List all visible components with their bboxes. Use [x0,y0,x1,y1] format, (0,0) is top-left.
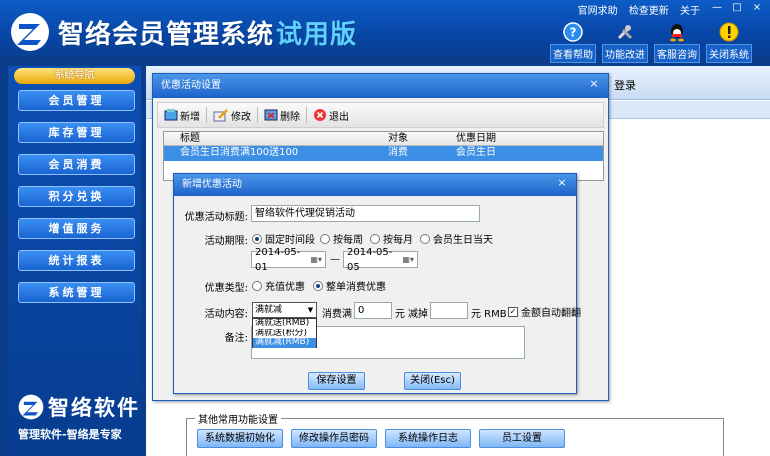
radio-dot [320,233,330,244]
staff-settings-button[interactable]: 员工设置 [479,429,565,448]
radio-dot [252,233,262,244]
login-label[interactable]: 登录 [614,77,636,93]
period-label: 活动期限: [204,236,248,247]
edit-button[interactable]: 修改 [207,104,257,126]
promo-title-input[interactable]: 智络软件代理促销活动 [251,205,480,222]
radio-dot [252,280,262,291]
sidebar-item-member-management[interactable]: 会员管理 [18,90,135,111]
sidebar-item-member-consumption[interactable]: 会员消费 [18,154,135,175]
cell-date: 会员生日 [456,147,496,158]
sidebar: 系统导航 会员管理 库存管理 会员消费 积分兑换 增值服务 统计报表 系统管理 … [8,66,141,456]
content-label: 活动内容: [204,309,248,320]
window-controls: — □ × [708,1,766,15]
option-gift-points[interactable]: 满就送(积分) [253,329,316,339]
new-promo-dialog-title: 新增优惠活动 [174,174,576,196]
app-title: 智络会员管理系统试用版 [58,20,358,50]
content-type-select[interactable]: 满就减(RMB)▼ [252,302,317,329]
date-from-picker[interactable]: 2014-05-01 ▦▾ [251,247,326,273]
maximize-button[interactable]: □ [728,1,746,15]
grid-header: 标题 对象 优惠日期 [164,132,603,146]
check-icon: ✓ [508,306,518,317]
spend-label: 消费满 [322,309,352,320]
exit-button[interactable]: 退出 [307,104,355,126]
type-label: 优惠类型: [204,283,248,294]
auto-round-checkbox[interactable]: ✓ 金额自动翻翻 [508,304,581,319]
cell-title: 会员生日消费满100送100 [180,147,299,158]
type-order-radio[interactable]: 整单消费优惠 [313,278,386,293]
svg-text:?: ? [570,26,577,40]
save-settings-button[interactable]: 保存设置 [308,372,365,390]
reduce-amount-input[interactable] [430,302,468,319]
edit-icon [213,109,228,122]
option-gift-rmb[interactable]: 满就送(RMB) [253,319,316,329]
calendar-dropdown-icon: ▦▾ [310,255,322,264]
chevron-down-icon: ▼ [307,306,314,314]
minimize-button[interactable]: — [708,1,726,15]
remark-label: 备注: [224,333,248,344]
help-icon: ? [563,22,583,42]
delete-icon [264,109,278,121]
check-update-link[interactable]: 检查更新 [629,6,669,17]
sidebar-item-system[interactable]: 系统管理 [18,282,135,303]
reduce-label: 减掉 [408,309,428,320]
unit-yuan: 元 [395,309,405,320]
option-reduce-rmb[interactable]: 满就减(RMB) [253,338,316,348]
init-data-button[interactable]: 系统数据初始化 [197,429,283,448]
delete-button[interactable]: 删除 [258,104,306,126]
close-system-button[interactable]: 关闭系统 [706,22,752,63]
other-settings-title: 其他常用功能设置 [195,411,281,426]
top-links: 官网求助 检查更新 关于 [570,2,700,17]
app-header: 智络会员管理系统试用版 官网求助 检查更新 关于 — □ × ? 查看帮助 功能… [0,0,770,64]
promo-dialog-title: 优惠活动设置 [153,74,608,98]
close-dialog-button[interactable]: 关闭(Esc) [404,372,461,390]
type-recharge-radio[interactable]: 充值优惠 [252,278,305,293]
improve-button[interactable]: 功能改进 [602,22,648,63]
new-promo-close-x-button[interactable]: × [552,175,572,191]
column-date[interactable]: 优惠日期 [452,132,602,145]
operation-log-button[interactable]: 系统操作日志 [385,429,471,448]
sidebar-item-value-added[interactable]: 增值服务 [18,218,135,239]
sidebar-item-inventory[interactable]: 库存管理 [18,122,135,143]
title-label: 优惠活动标题: [184,212,248,223]
radio-dot [420,233,430,244]
exit-icon [314,109,326,121]
promo-toolbar: 新增 修改 删除 退出 [157,102,604,128]
table-row[interactable]: 会员生日消费满100送100 消费 会员生日 [164,146,603,161]
brand-tagline: 管理软件-智络是专家 [18,428,122,441]
change-password-button[interactable]: 修改操作员密码 [291,429,377,448]
calendar-dropdown-icon: ▦▾ [402,255,414,264]
content-type-dropdown-list: 满就送(RMB) 满就送(积分) 满就减(RMB) [252,318,317,348]
column-target[interactable]: 对象 [384,132,452,145]
trial-badge: 试用版 [276,20,358,50]
close-window-button[interactable]: × [748,1,766,15]
brand: 智络软件 管理软件-智络是专家 [18,392,140,442]
view-help-button[interactable]: ? 查看帮助 [550,22,596,63]
help-link[interactable]: 官网求助 [578,6,618,17]
column-title[interactable]: 标题 [176,132,384,145]
other-settings-group: 其他常用功能设置 系统数据初始化 修改操作员密码 系统操作日志 员工设置 [186,411,724,456]
qq-icon [670,24,684,42]
header-tools: ? 查看帮助 功能改进 客服咨询 关闭系统 [550,22,752,63]
unit-yuan-rmb: 元 RMB [471,309,507,320]
warning-icon [719,22,739,42]
brand-name: 智络软件 [48,396,140,420]
brand-logo-icon [18,394,44,420]
about-link[interactable]: 关于 [680,6,700,17]
sidebar-item-points-exchange[interactable]: 积分兑换 [18,186,135,207]
promo-dialog-close-button[interactable]: × [584,76,604,92]
radio-dot [313,280,323,291]
logo-icon [11,13,49,51]
period-birthday-radio[interactable]: 会员生日当天 [420,231,493,246]
tools-icon [617,25,633,40]
cell-target: 消费 [388,147,408,158]
add-button[interactable]: 新增 [158,104,206,126]
add-icon [164,109,178,121]
sidebar-item-reports[interactable]: 统计报表 [18,250,135,271]
spend-amount-input[interactable]: 0 [354,302,392,319]
sidebar-header: 系统导航 [14,68,135,84]
date-to-picker[interactable]: 2014-05-05 ▦▾ [343,247,418,273]
customer-service-button[interactable]: 客服咨询 [654,22,700,63]
radio-dot [370,233,380,244]
date-separator: — [330,254,340,265]
